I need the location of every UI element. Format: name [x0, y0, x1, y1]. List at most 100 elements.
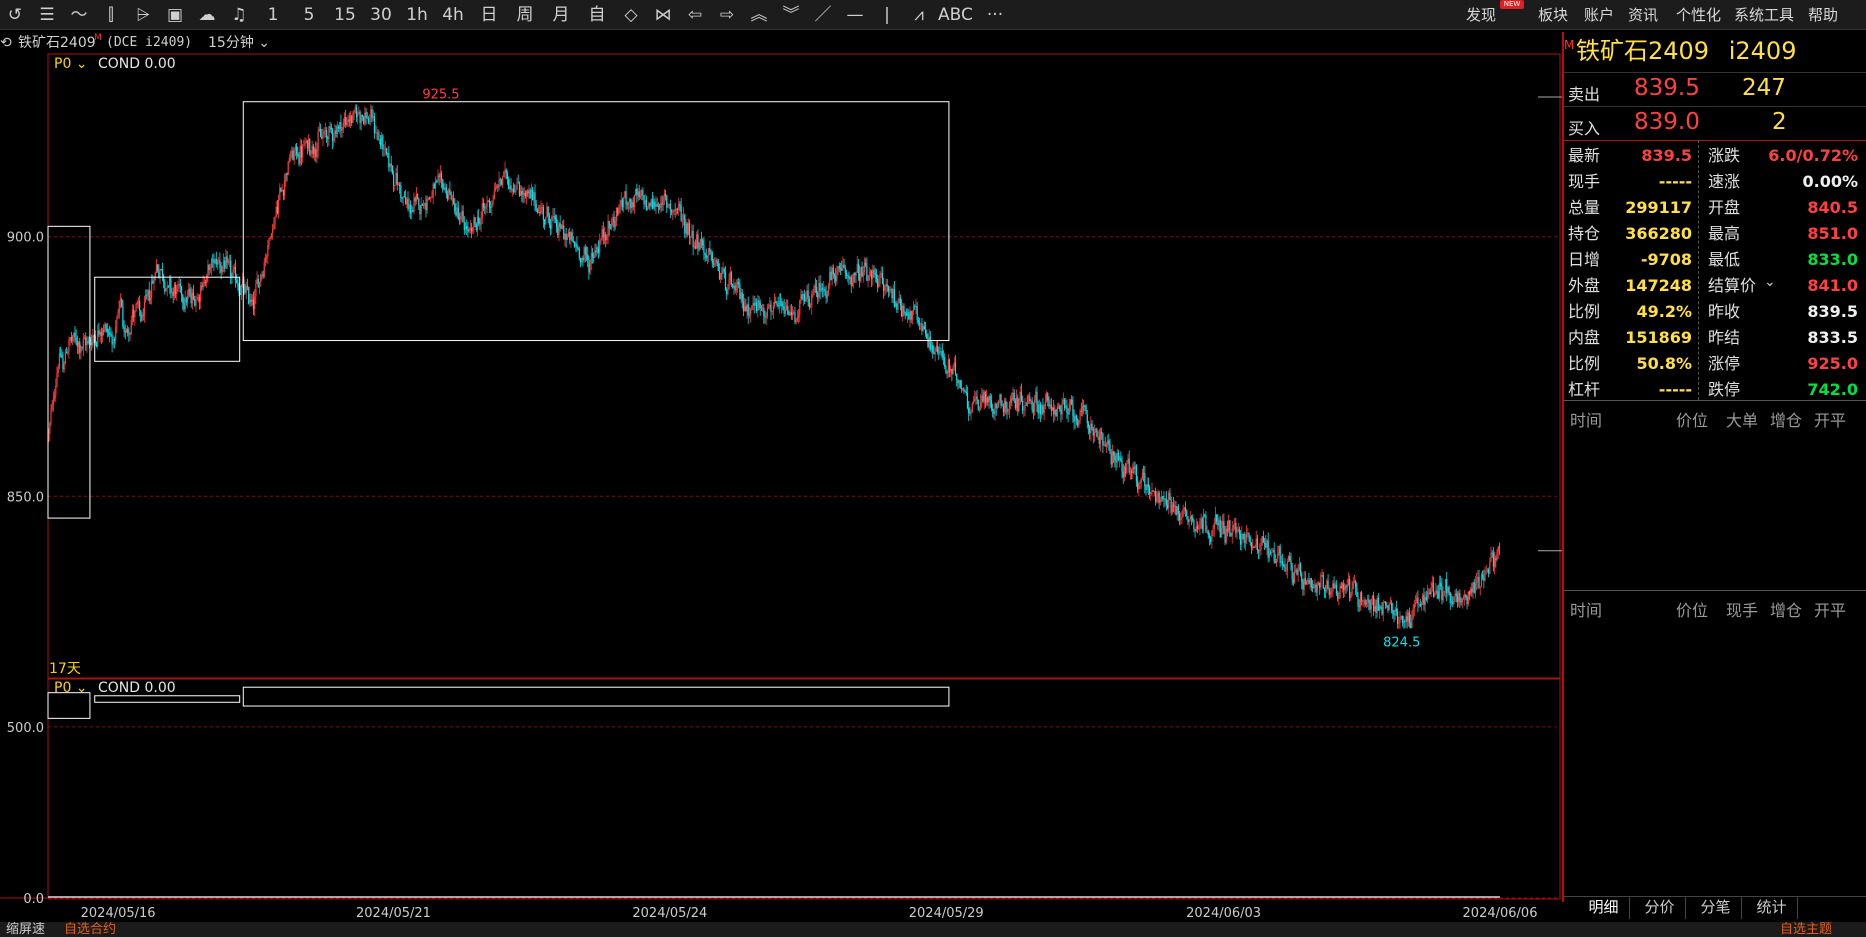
candle-body — [653, 201, 655, 209]
kline-chart[interactable]: 900.0 850.0 500.0 0.0 2024/05/16 2024/05/21 20… — [0, 0, 1562, 922]
menu-2[interactable]: 账户 — [1584, 3, 1614, 27]
menu-6[interactable]: 帮助 — [1808, 3, 1838, 27]
candle-body — [966, 393, 969, 409]
candle-body — [71, 336, 74, 341]
quote-tab-0[interactable]: 明细 — [1578, 897, 1630, 919]
candle-body — [325, 130, 328, 138]
ask-row[interactable]: 卖出 839.5 247 — [1564, 72, 1866, 106]
candle-body — [615, 208, 618, 221]
chevron-down-icon[interactable]: ⌄ — [1764, 269, 1776, 295]
candle-body — [1254, 547, 1256, 548]
candle-body — [654, 201, 656, 207]
candle-body — [856, 263, 858, 273]
candle-body — [270, 233, 273, 237]
candle-body — [1093, 432, 1096, 436]
candle-body — [923, 326, 925, 330]
candle-body — [480, 218, 482, 225]
candle-body — [608, 220, 610, 229]
quote-tab-2[interactable]: 分笔 — [1690, 897, 1742, 919]
candle-body — [512, 189, 515, 192]
candle-body — [585, 254, 588, 256]
candle-body — [709, 248, 711, 252]
candle-body — [1262, 536, 1264, 543]
candle-body — [1109, 444, 1111, 454]
candle-body — [1299, 563, 1302, 574]
x-tick-label: 2024/05/29 — [909, 906, 984, 921]
main-indicator-name[interactable]: P0 — [54, 56, 71, 72]
candle-body — [892, 289, 894, 299]
candle-body — [1056, 406, 1058, 417]
status-right[interactable]: 自选主题 — [1780, 922, 1832, 937]
candle-body — [369, 122, 371, 123]
candle-body — [649, 203, 651, 206]
candle-body — [926, 334, 928, 339]
candle-body — [413, 198, 415, 212]
candle-body — [624, 191, 626, 197]
quote-tab-1[interactable]: 分价 — [1634, 897, 1686, 919]
candle-body — [1365, 600, 1368, 605]
candle-body — [1157, 492, 1159, 496]
candle-body — [1077, 419, 1079, 426]
candle-body — [1083, 405, 1085, 407]
candle-body — [518, 182, 521, 196]
candle-body — [333, 137, 335, 142]
candle-body — [1355, 581, 1357, 588]
sub-indicator-name[interactable]: P0 — [54, 680, 71, 696]
candle-body — [496, 186, 498, 188]
candle-body — [53, 395, 56, 399]
candle-body — [1194, 529, 1196, 532]
candle-body — [1398, 622, 1400, 624]
candle-body — [363, 116, 365, 124]
candle-body — [1311, 587, 1314, 588]
candle-body — [662, 196, 664, 205]
candle-body — [680, 205, 682, 221]
candle-body — [1188, 519, 1190, 523]
candle-body — [1271, 552, 1273, 553]
status-mid[interactable]: 自选合约 — [64, 922, 116, 937]
candle-body — [681, 219, 683, 221]
candle-body — [299, 146, 301, 164]
candle-body — [674, 209, 676, 211]
candle-body — [1331, 591, 1333, 593]
candle-body — [1236, 529, 1238, 533]
chevron-down-icon[interactable]: ⌄ — [71, 680, 92, 696]
menu-5[interactable]: 系统工具 — [1734, 3, 1794, 27]
candle-body — [736, 282, 739, 285]
candle-body — [1089, 427, 1091, 434]
candle-body — [996, 406, 999, 408]
menu-4[interactable]: 个性化 — [1676, 3, 1721, 27]
candle-body — [287, 161, 289, 175]
candle-body — [537, 211, 540, 213]
candle-body — [449, 189, 451, 192]
candle-body — [385, 148, 388, 154]
quote-tab-3[interactable]: 统计 — [1746, 897, 1798, 919]
candle-body — [1072, 404, 1074, 416]
candle-body — [1347, 579, 1350, 585]
menu-3[interactable]: 资讯 — [1628, 3, 1658, 27]
candle-body — [1298, 563, 1300, 571]
candle-body — [727, 288, 729, 295]
candle-body — [754, 302, 757, 306]
stat-value: 366280 — [1625, 224, 1692, 243]
candle-body — [1196, 526, 1199, 529]
candle-body — [1345, 586, 1347, 588]
candle-body — [248, 287, 250, 304]
stat-label: 日增 — [1568, 250, 1601, 269]
candle-body — [1274, 561, 1276, 563]
candle-body — [849, 276, 851, 280]
candle-body — [1461, 598, 1463, 603]
candle-body — [236, 279, 238, 283]
candle-body — [1146, 483, 1148, 490]
candle-body — [1024, 405, 1026, 410]
bid-row[interactable]: 买入 839.0 2 — [1564, 106, 1866, 140]
candle-body — [1329, 592, 1332, 595]
candle-body — [607, 220, 609, 238]
candle-body — [323, 131, 325, 135]
candle-body — [1308, 580, 1310, 584]
candle-body — [1431, 582, 1433, 588]
candle-body — [195, 300, 197, 306]
candle-body — [397, 184, 400, 186]
candle-body — [614, 220, 616, 228]
candle-body — [506, 173, 509, 179]
chevron-down-icon[interactable]: ⌄ — [71, 56, 92, 72]
